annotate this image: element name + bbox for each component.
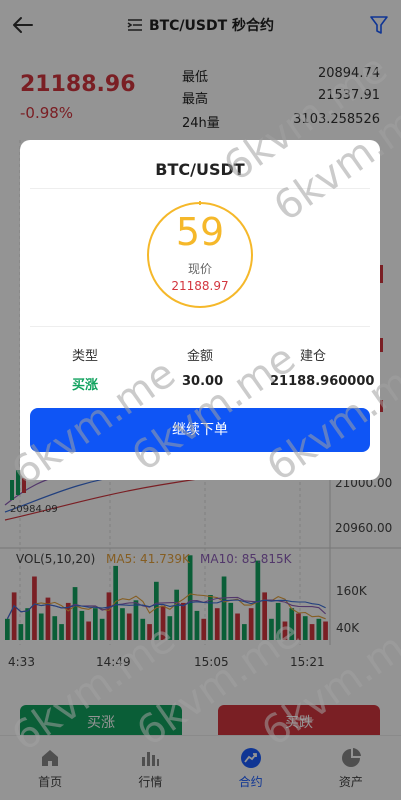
- order-type: 买涨: [72, 378, 99, 393]
- header-type: 类型: [72, 349, 99, 364]
- modal-title: BTC/USDT: [155, 160, 245, 179]
- header-amount: 金额: [187, 349, 214, 364]
- current-price-value: 21188.97: [171, 279, 229, 293]
- continue-order-button[interactable]: 继续下单: [30, 408, 370, 452]
- divider: [30, 326, 370, 327]
- countdown-seconds: 59: [175, 210, 225, 254]
- order-open-price: 21188.960000: [270, 374, 375, 389]
- order-amount: 30.00: [182, 374, 224, 389]
- divider: [30, 188, 370, 189]
- header-open-price: 建仓: [300, 349, 327, 364]
- order-modal: BTC/USDT 59 现价 21188.97 类型 金额 建仓 买涨 30.0…: [20, 140, 380, 480]
- current-price-label: 现价: [187, 262, 212, 276]
